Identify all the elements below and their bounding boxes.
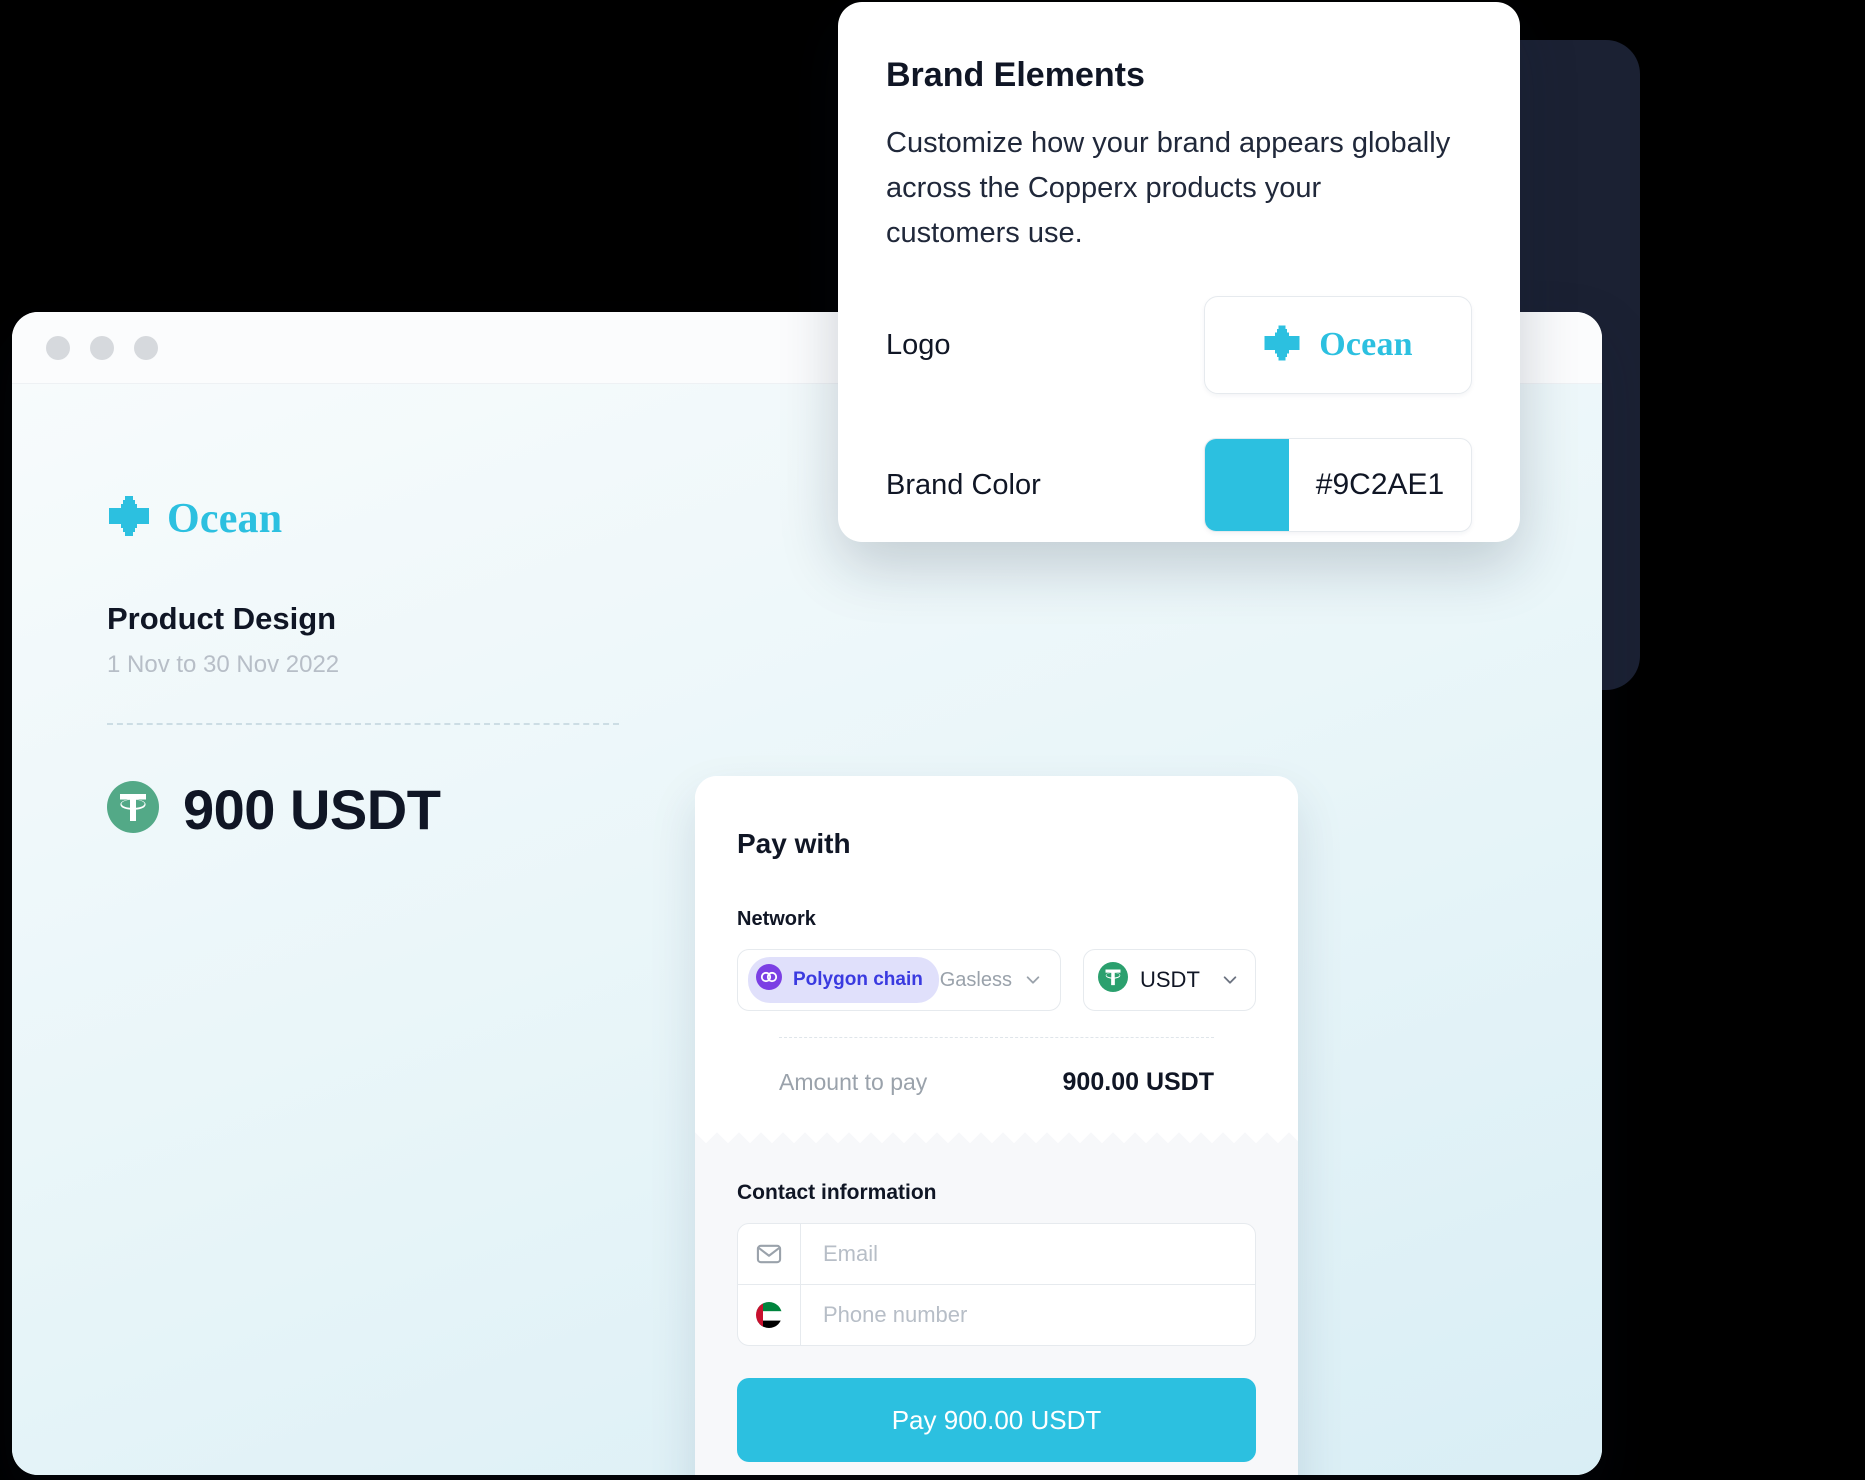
ocean-logo-icon bbox=[1263, 324, 1301, 367]
amount-to-pay-row: Amount to pay 900.00 USDT bbox=[737, 1068, 1256, 1097]
brand-elements-card: Brand Elements Customize how your brand … bbox=[838, 2, 1520, 542]
envelope-icon bbox=[738, 1224, 801, 1284]
chain-chip-label: Polygon chain bbox=[793, 969, 923, 990]
logo-row: Logo Ocean bbox=[886, 296, 1472, 394]
logo-preview-text: Ocean bbox=[1319, 326, 1413, 363]
invoice-dates: 1 Nov to 30 Nov 2022 bbox=[107, 651, 340, 678]
payment-panel-top: Pay with Network Polygon chain Gasless U… bbox=[695, 776, 1298, 1097]
brand-color-row: Brand Color #9C2AE1 bbox=[886, 438, 1472, 532]
brand-elements-title: Brand Elements bbox=[886, 56, 1145, 94]
token-label: USDT bbox=[1140, 967, 1200, 992]
invoice-brand-name: Ocean bbox=[167, 495, 283, 542]
tether-icon bbox=[1098, 962, 1128, 998]
window-minimize-dot[interactable] bbox=[90, 335, 114, 360]
invoice-amount-row: 900 USDT bbox=[107, 777, 727, 842]
ocean-logo-icon bbox=[107, 494, 151, 543]
invoice-summary: Ocean Product Design 1 Nov to 30 Nov 202… bbox=[107, 494, 727, 842]
network-label: Network bbox=[737, 908, 816, 930]
email-field-row bbox=[738, 1224, 1255, 1284]
amount-to-pay-value: 900.00 USDT bbox=[1062, 1068, 1214, 1096]
payment-divider bbox=[779, 1037, 1214, 1038]
token-select[interactable]: USDT bbox=[1083, 949, 1256, 1011]
payment-panel-bottom: Contact information Email Phone number P… bbox=[695, 1147, 1298, 1475]
phone-field-row bbox=[738, 1284, 1255, 1345]
network-select[interactable]: Polygon chain Gasless bbox=[737, 949, 1061, 1011]
gasless-dropdown[interactable]: Gasless bbox=[940, 969, 1042, 992]
invoice-divider bbox=[107, 723, 619, 725]
contact-information-label: Contact information bbox=[737, 1181, 937, 1204]
email-input[interactable] bbox=[801, 1224, 1255, 1284]
pay-button[interactable]: Pay 900.00 USDT bbox=[737, 1378, 1256, 1462]
invoice-brand: Ocean bbox=[107, 494, 727, 543]
receipt-tear-edge bbox=[695, 1127, 1298, 1147]
brand-color-swatch[interactable] bbox=[1205, 439, 1289, 531]
uae-flag-icon[interactable] bbox=[738, 1285, 801, 1345]
brand-elements-description: Customize how your brand appears globall… bbox=[886, 127, 1451, 249]
logo-preview-box[interactable]: Ocean bbox=[1204, 296, 1472, 394]
brand-color-picker[interactable]: #9C2AE1 bbox=[1204, 438, 1472, 532]
chevron-down-icon bbox=[1223, 976, 1237, 984]
payment-panel-title: Pay with bbox=[737, 828, 851, 859]
token-select-value: USDT bbox=[1098, 962, 1200, 998]
polygon-icon bbox=[756, 964, 782, 996]
window-close-dot[interactable] bbox=[46, 335, 70, 360]
brand-color-row-label: Brand Color bbox=[886, 468, 1041, 501]
chain-chip: Polygon chain bbox=[748, 957, 939, 1003]
amount-to-pay-label: Amount to pay bbox=[779, 1069, 928, 1095]
invoice-amount: 900 USDT bbox=[183, 778, 441, 841]
browser-content: Ocean Product Design 1 Nov to 30 Nov 202… bbox=[12, 384, 1602, 1475]
contact-fields bbox=[737, 1223, 1256, 1346]
invoice-title: Product Design bbox=[107, 601, 337, 636]
brand-color-hex[interactable]: #9C2AE1 bbox=[1289, 439, 1471, 531]
phone-input[interactable] bbox=[801, 1285, 1255, 1345]
chevron-down-icon bbox=[1026, 976, 1040, 984]
window-maximize-dot[interactable] bbox=[134, 335, 158, 360]
network-token-selectors: Polygon chain Gasless USDT bbox=[737, 949, 1256, 1011]
payment-panel: Pay with Network Polygon chain Gasless U… bbox=[695, 776, 1298, 1475]
gasless-label: Gasless bbox=[939, 968, 1012, 991]
scene: Ocean Product Design 1 Nov to 30 Nov 202… bbox=[0, 0, 1865, 1480]
tether-icon bbox=[107, 781, 159, 838]
logo-row-label: Logo bbox=[886, 328, 951, 361]
